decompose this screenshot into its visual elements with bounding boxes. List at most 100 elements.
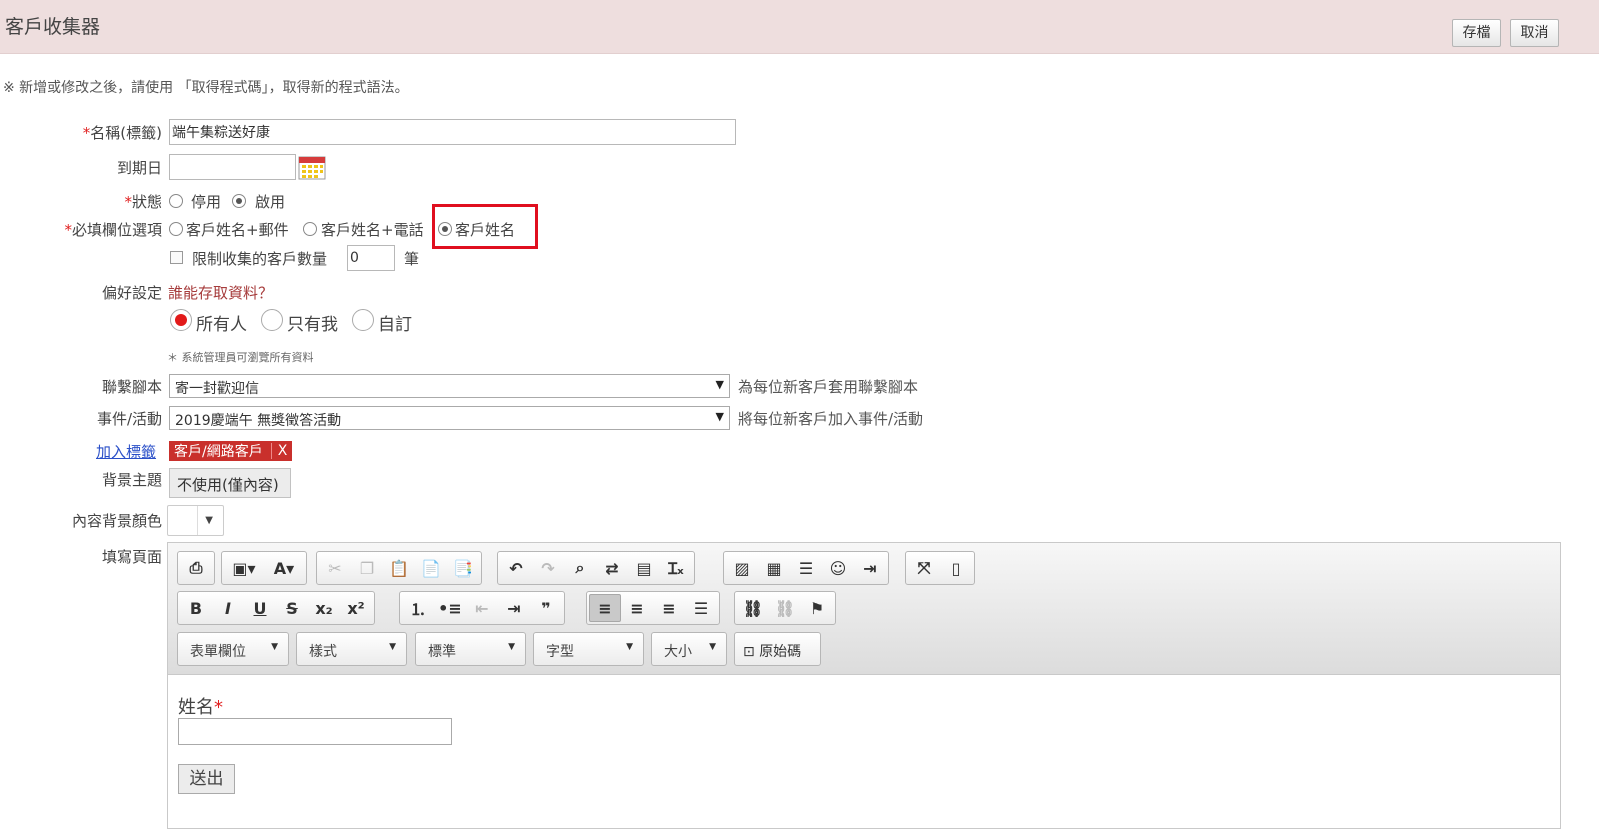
select-arrow-icon: ▼ (715, 410, 724, 423)
toolbar-group-colors: ▣▾ A▾ (221, 551, 307, 585)
justify-icon[interactable]: ☰ (685, 594, 717, 622)
content-submit-button[interactable]: 送出 (178, 764, 235, 794)
cut-icon[interactable]: ✂ (319, 554, 351, 582)
preference-label: 偏好設定 (101, 284, 162, 302)
limit-checkbox[interactable] (170, 251, 183, 264)
limit-input[interactable] (347, 245, 395, 271)
access-only-me-label: 只有我 (287, 315, 338, 335)
access-custom-radio[interactable] (352, 309, 374, 331)
event-select[interactable]: 2019慶端午 無獎徵答活動 ▼ (169, 406, 730, 430)
background-color-icon[interactable]: ▣▾ (224, 554, 264, 582)
status-label: *狀態 (124, 193, 162, 211)
toolbar-group-align: ≡ ≡ ≡ ☰ (586, 591, 720, 625)
bold-icon[interactable]: B (180, 594, 212, 622)
access-custom-label: 自訂 (378, 315, 412, 335)
tag-remove-button[interactable]: X (270, 443, 287, 459)
chevron-down-icon: ▼ (271, 642, 278, 652)
color-swatch (168, 506, 198, 535)
form-field-combo[interactable]: 表單欄位 ▼ (177, 632, 289, 666)
content-name-input[interactable] (178, 718, 452, 745)
header-bar: 客戶收集器 存檔 取消 (0, 0, 1599, 54)
toolbar-group-preview: ⎙ (177, 551, 215, 585)
tag-label: 客戶/網路客戶 (174, 444, 263, 460)
page-break-icon[interactable]: ⇥ (854, 554, 886, 582)
anchor-flag-icon[interactable]: ⚑ (801, 594, 833, 622)
chevron-down-icon: ▼ (709, 642, 716, 652)
status-enabled-radio[interactable] (232, 194, 246, 208)
page-label: 填寫頁面 (101, 548, 162, 566)
format-combo-label: 標準 (428, 644, 456, 660)
toolbar-group-basic: B I U S x₂ x² (177, 591, 375, 625)
access-everyone-label: 所有人 (196, 315, 247, 335)
highlight-box (432, 204, 538, 249)
toolbar-group-view: ⤧ ▯ (905, 551, 975, 585)
expiry-input[interactable] (169, 154, 296, 180)
numbered-list-icon[interactable]: ⒈ (402, 594, 434, 622)
select-all-icon[interactable]: ▤ (628, 554, 660, 582)
style-combo[interactable]: 樣式 ▼ (296, 632, 407, 666)
chevron-down-icon: ▼ (508, 642, 515, 652)
bulleted-list-icon[interactable]: •≡ (434, 594, 466, 622)
required-name-email-radio[interactable] (169, 222, 183, 236)
find-icon[interactable]: ⌕ (564, 554, 596, 582)
required-name-phone-label: 客戶姓名+電話 (321, 221, 424, 239)
required-name-phone-radio[interactable] (303, 222, 317, 236)
access-everyone-radio[interactable] (170, 309, 192, 331)
smiley-icon[interactable]: ☺ (822, 554, 854, 582)
paste-icon[interactable]: 📋 (383, 554, 415, 582)
access-only-me-radio[interactable] (261, 309, 283, 331)
script-label: 聯繫腳本 (101, 378, 162, 396)
add-tag-link[interactable]: 加入標籤 (96, 441, 156, 462)
status-disabled-radio[interactable] (169, 194, 183, 208)
redo-icon[interactable]: ↷ (532, 554, 564, 582)
show-blocks-icon[interactable]: ▯ (940, 554, 972, 582)
horizontal-line-icon[interactable]: ☰ (790, 554, 822, 582)
align-left-icon[interactable]: ≡ (589, 594, 621, 622)
bg-color-picker[interactable]: ▼ (167, 505, 224, 536)
source-icon: ⊡ (743, 644, 755, 660)
theme-label: 背景主題 (101, 471, 162, 489)
superscript-icon[interactable]: x² (340, 594, 372, 622)
notice-text: ※ 新增或修改之後，請使用 「取得程式碼」，取得新的程式語法。 (3, 80, 409, 96)
indent-icon[interactable]: ⇥ (498, 594, 530, 622)
underline-icon[interactable]: U (244, 594, 276, 622)
remove-format-icon[interactable]: Ɪₓ (660, 554, 692, 582)
theme-button[interactable]: 不使用(僅內容) (169, 468, 291, 498)
paste-word-icon[interactable]: 📑 (447, 554, 479, 582)
size-combo[interactable]: 大小 ▼ (651, 632, 727, 666)
subscript-icon[interactable]: x₂ (308, 594, 340, 622)
undo-icon[interactable]: ↶ (500, 554, 532, 582)
script-select-value: 寄一封歡迎信 (175, 381, 259, 397)
unlink-icon[interactable]: ⛓ (769, 594, 801, 622)
replace-icon[interactable]: ⇄ (596, 554, 628, 582)
save-button[interactable]: 存檔 (1452, 19, 1501, 47)
italic-icon[interactable]: I (212, 594, 244, 622)
blockquote-icon[interactable]: ❞ (530, 594, 562, 622)
chevron-down-icon: ▼ (205, 515, 213, 526)
image-icon[interactable]: ▨ (726, 554, 758, 582)
font-combo[interactable]: 字型 ▼ (533, 632, 644, 666)
align-center-icon[interactable]: ≡ (621, 594, 653, 622)
script-select[interactable]: 寄一封歡迎信 ▼ (169, 374, 730, 398)
maximize-icon[interactable]: ⤧ (908, 554, 940, 582)
align-right-icon[interactable]: ≡ (653, 594, 685, 622)
calendar-icon[interactable] (298, 156, 326, 180)
source-button[interactable]: ⊡ 原始碼 (734, 632, 821, 666)
outdent-icon[interactable]: ⇤ (466, 594, 498, 622)
link-icon[interactable]: ⛓ (737, 594, 769, 622)
access-link[interactable]: 誰能存取資料？ (168, 282, 273, 303)
preview-icon[interactable]: ⎙ (180, 554, 212, 582)
table-icon[interactable]: ▦ (758, 554, 790, 582)
paste-text-icon[interactable]: 📄 (415, 554, 447, 582)
cancel-button[interactable]: 取消 (1510, 19, 1559, 47)
strike-icon[interactable]: S (276, 594, 308, 622)
form-field-combo-label: 表單欄位 (190, 644, 246, 660)
chevron-down-icon: ▼ (626, 642, 633, 652)
limit-unit: 筆 (404, 250, 420, 268)
format-combo[interactable]: 標準 ▼ (415, 632, 526, 666)
name-input[interactable] (169, 119, 736, 145)
copy-icon[interactable]: ❐ (351, 554, 383, 582)
text-color-icon[interactable]: A▾ (264, 554, 304, 582)
required-name-email-label: 客戶姓名+郵件 (186, 221, 289, 239)
status-disabled-label: 停用 (191, 193, 222, 211)
